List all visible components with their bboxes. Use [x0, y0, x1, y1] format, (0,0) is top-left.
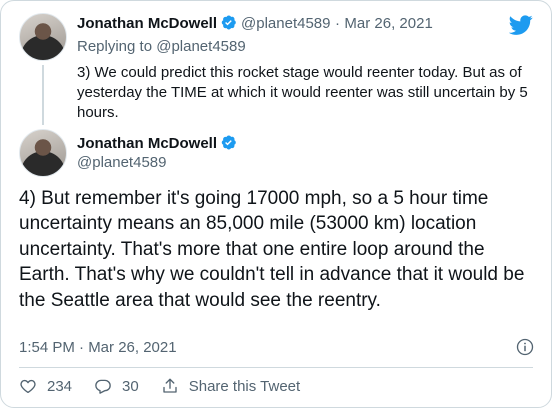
verified-badge-icon: [221, 135, 236, 150]
author-handle[interactable]: @planet4589: [77, 154, 166, 171]
share-button[interactable]: Share this Tweet: [161, 377, 300, 395]
author-avatar[interactable]: [19, 13, 67, 61]
main-tweet-text: 4) But remember it's going 17000 mph, so…: [19, 188, 525, 311]
heart-icon: [20, 379, 36, 394]
author-name[interactable]: Jonathan McDowell: [77, 15, 217, 32]
thread-connector: [42, 65, 44, 125]
parent-tweet-text: 3) We could predict this rocket stage wo…: [77, 64, 528, 121]
parent-tweet-header: Jonathan McDowell @planet4589 · Mar 26, 2…: [77, 14, 433, 33]
replying-prefix: Replying to: [77, 38, 153, 55]
twitter-bird-icon[interactable]: [509, 13, 533, 37]
author-avatar[interactable]: [19, 129, 67, 177]
divider: [19, 367, 533, 368]
tweet-card: Jonathan McDowell @planet4589 · Mar 26, 2…: [0, 0, 552, 408]
tweet-date[interactable]: Mar 26, 2021: [344, 15, 432, 32]
main-tweet-header: Jonathan McDowell: [77, 134, 241, 153]
reply-button[interactable]: 30: [94, 377, 139, 395]
like-button[interactable]: 234: [19, 377, 72, 395]
author-name[interactable]: Jonathan McDowell: [77, 135, 217, 152]
share-icon: [163, 378, 177, 393]
replying-handle[interactable]: @planet4589: [156, 38, 245, 55]
share-label: Share this Tweet: [188, 377, 301, 395]
separator-dot: ·: [334, 15, 340, 32]
like-count: 234: [47, 377, 73, 395]
reply-icon: [95, 379, 111, 394]
author-handle[interactable]: @planet4589: [241, 15, 330, 32]
verified-badge-icon: [221, 15, 236, 30]
tweet-actions: 234 30 Share this Tweet: [19, 377, 322, 395]
replying-to: Replying to @planet4589: [77, 38, 246, 55]
info-icon[interactable]: [515, 337, 535, 357]
reply-count: 30: [122, 377, 139, 395]
tweet-timestamp[interactable]: 1:54 PM · Mar 26, 2021: [19, 339, 177, 356]
